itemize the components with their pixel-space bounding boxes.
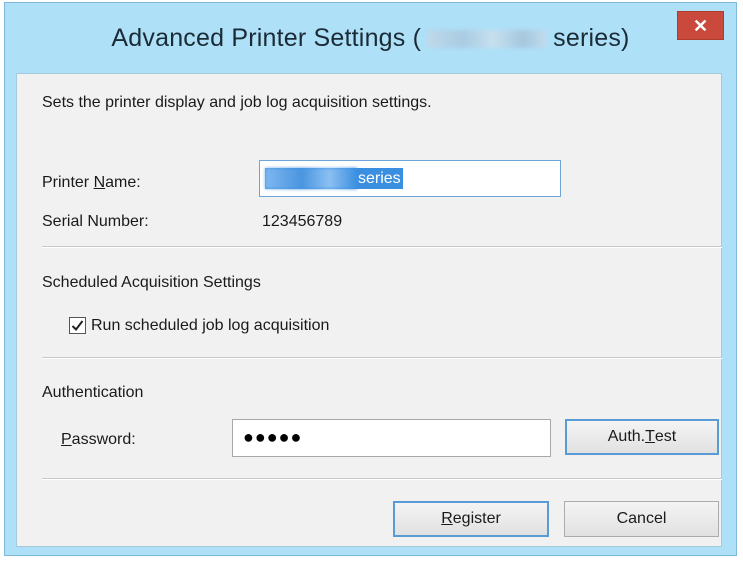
- authentication-heading: Authentication: [42, 384, 144, 401]
- window-title: Advanced Printer Settings ( series): [111, 24, 629, 53]
- description-text: Sets the printer display and job log acq…: [42, 94, 432, 111]
- close-icon: ✕: [692, 15, 709, 36]
- divider: [42, 478, 722, 480]
- title-suffix: series): [553, 23, 630, 52]
- checkmark-icon: [71, 320, 84, 332]
- title-prefix: Advanced Printer Settings (: [111, 23, 422, 52]
- redacted-model-name: [427, 29, 548, 48]
- scheduled-acquisition-label[interactable]: Run scheduled job log acquisition: [91, 317, 329, 335]
- password-input[interactable]: ●●●●●: [232, 419, 551, 457]
- title-bar[interactable]: Advanced Printer Settings ( series): [5, 3, 736, 73]
- cancel-button[interactable]: Cancel: [564, 501, 719, 537]
- serial-number-value: 123456789: [262, 213, 343, 230]
- divider: [42, 357, 722, 359]
- auth-test-button[interactable]: Auth. Test: [565, 419, 719, 455]
- scheduled-acquisition-checkbox[interactable]: [69, 317, 86, 334]
- printer-name-input[interactable]: series: [259, 160, 561, 197]
- printer-name-value: series: [358, 170, 401, 187]
- redacted-printer-model: [265, 168, 357, 189]
- printer-name-label: Printer Name:: [42, 174, 141, 191]
- serial-number-label: Serial Number:: [42, 213, 149, 230]
- close-button[interactable]: ✕: [677, 11, 724, 40]
- register-button[interactable]: Register: [393, 501, 549, 537]
- dialog-body: Sets the printer display and job log acq…: [16, 73, 722, 547]
- selected-text: series: [265, 168, 403, 189]
- divider: [42, 246, 722, 248]
- dialog-window: Advanced Printer Settings ( series) ✕ Set…: [4, 2, 737, 556]
- password-masked-value: ●●●●●: [243, 427, 303, 447]
- password-label: Password:: [61, 431, 136, 448]
- scheduled-settings-heading: Scheduled Acquisition Settings: [42, 274, 261, 291]
